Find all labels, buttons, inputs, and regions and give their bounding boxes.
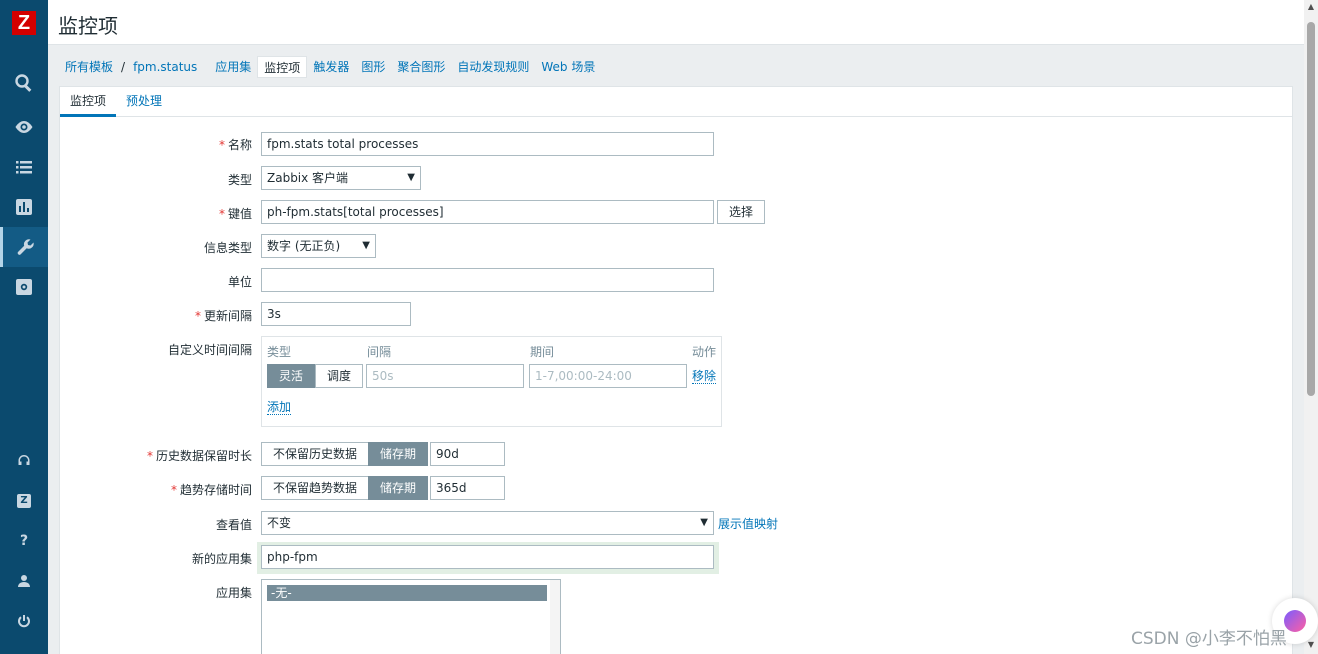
show-valuemap-link[interactable]: 展示值映射	[718, 517, 778, 531]
page-title: 监控项	[58, 14, 118, 38]
update-interval-input[interactable]: 3s	[261, 302, 411, 326]
list-item[interactable]: -无-	[267, 585, 547, 601]
units-label: 单位	[227, 275, 252, 289]
breadcrumb: 所有模板 / fpm.status 应用集 监控项 触发器 图形 聚合图形 自动…	[59, 55, 601, 79]
flexible-toggle[interactable]: 灵活	[267, 364, 315, 388]
applications-label: 应用集	[215, 586, 252, 600]
zabbix-share-icon[interactable]: Z	[0, 481, 48, 521]
wrench-icon[interactable]	[0, 227, 48, 267]
history-storage-toggle[interactable]: 储存期	[368, 442, 428, 466]
page-header: 监控项	[48, 0, 1304, 45]
trends-input[interactable]: 365d	[430, 476, 505, 500]
tab-preprocessing[interactable]: 预处理	[116, 87, 172, 117]
key-label: * 键值	[218, 207, 252, 221]
history-no-keep-toggle[interactable]: 不保留历史数据	[261, 442, 369, 466]
headset-icon[interactable]	[0, 441, 48, 481]
col-action: 动作	[692, 345, 717, 359]
zabbix-logo[interactable]: Z	[12, 11, 36, 35]
nav-applications[interactable]: 应用集	[209, 56, 257, 78]
key-input[interactable]: ph-fpm.stats[total processes]	[261, 200, 714, 224]
type-label: 类型	[227, 173, 252, 187]
form-tabs: 监控项 预处理	[60, 87, 1292, 117]
remove-interval-link[interactable]: 移除	[692, 369, 717, 384]
listbox-scrollbar[interactable]	[550, 580, 560, 654]
col-period: 期间	[530, 345, 555, 359]
chevron-down-icon: ▼	[407, 172, 415, 183]
scheduling-toggle[interactable]: 调度	[315, 364, 363, 388]
list-icon[interactable]	[0, 147, 48, 187]
chart-icon[interactable]	[0, 187, 48, 227]
breadcrumb-separator: /	[121, 60, 126, 74]
help-glyph: ?	[19, 533, 29, 549]
scroll-up-icon[interactable]: ▲	[1304, 2, 1318, 11]
new-app-input[interactable]: php-fpm	[261, 545, 714, 569]
scroll-down-icon[interactable]: ▼	[1304, 640, 1318, 649]
gear-icon[interactable]	[0, 267, 48, 307]
user-icon[interactable]	[0, 561, 48, 601]
custom-intervals-label: 自定义时间间隔	[167, 343, 252, 357]
name-label: * 名称	[218, 138, 252, 152]
valuemap-select[interactable]: 不变 ▼	[261, 511, 714, 535]
history-input[interactable]: 90d	[430, 442, 505, 466]
add-interval-link[interactable]: 添加	[267, 400, 292, 415]
applications-listbox[interactable]: -无-	[261, 579, 561, 654]
trends-label: * 趋势存储时间	[170, 483, 252, 497]
interval-input[interactable]: 50s	[366, 364, 524, 388]
page-scrollbar[interactable]: ▲ ▼	[1304, 0, 1318, 654]
name-input[interactable]: fpm.stats total processes	[261, 132, 714, 156]
type-select[interactable]: Zabbix 客户端 ▼	[261, 166, 421, 190]
nav-web[interactable]: Web 场景	[535, 56, 601, 78]
custom-intervals-table: 类型 间隔 期间 动作 灵活 调度 50s 1-7,00:00-24:00 移除…	[261, 336, 722, 427]
eye-icon[interactable]	[0, 107, 48, 147]
units-input[interactable]	[261, 268, 714, 292]
valuemap-label: 查看值	[215, 518, 252, 532]
assistant-icon	[1284, 610, 1306, 632]
new-app-label: 新的应用集	[191, 552, 252, 566]
col-type: 类型	[267, 345, 292, 359]
history-label: * 历史数据保留时长	[146, 449, 252, 463]
help-icon[interactable]: ?	[0, 521, 48, 561]
share-z-glyph: Z	[17, 494, 31, 508]
scroll-thumb[interactable]	[1307, 22, 1315, 396]
nav-graphs[interactable]: 图形	[355, 56, 391, 78]
nav-all-templates[interactable]: 所有模板	[59, 56, 119, 78]
sidebar: Z Z ?	[0, 0, 48, 654]
key-select-button[interactable]: 选择	[717, 200, 765, 224]
trends-storage-toggle[interactable]: 储存期	[368, 476, 428, 500]
chevron-down-icon: ▼	[700, 517, 708, 528]
nav-discovery[interactable]: 自动发现规则	[451, 56, 535, 78]
nav-items[interactable]: 监控项	[257, 56, 308, 78]
info-type-label: 信息类型	[203, 241, 252, 255]
nav-screens[interactable]: 聚合图形	[391, 56, 451, 78]
info-type-select[interactable]: 数字 (无正负) ▼	[261, 234, 376, 258]
nav-template[interactable]: fpm.status	[127, 56, 203, 78]
chevron-down-icon: ▼	[362, 240, 370, 251]
period-input[interactable]: 1-7,00:00-24:00	[529, 364, 687, 388]
update-interval-label: * 更新间隔	[194, 309, 252, 323]
col-interval: 间隔	[367, 345, 392, 359]
power-icon[interactable]	[0, 601, 48, 641]
tab-item[interactable]: 监控项	[60, 87, 117, 117]
search-icon[interactable]	[0, 63, 48, 103]
nav-triggers[interactable]: 触发器	[307, 56, 355, 78]
trends-no-keep-toggle[interactable]: 不保留趋势数据	[261, 476, 369, 500]
watermark: CSDN @小李不怕黑	[1131, 629, 1287, 649]
